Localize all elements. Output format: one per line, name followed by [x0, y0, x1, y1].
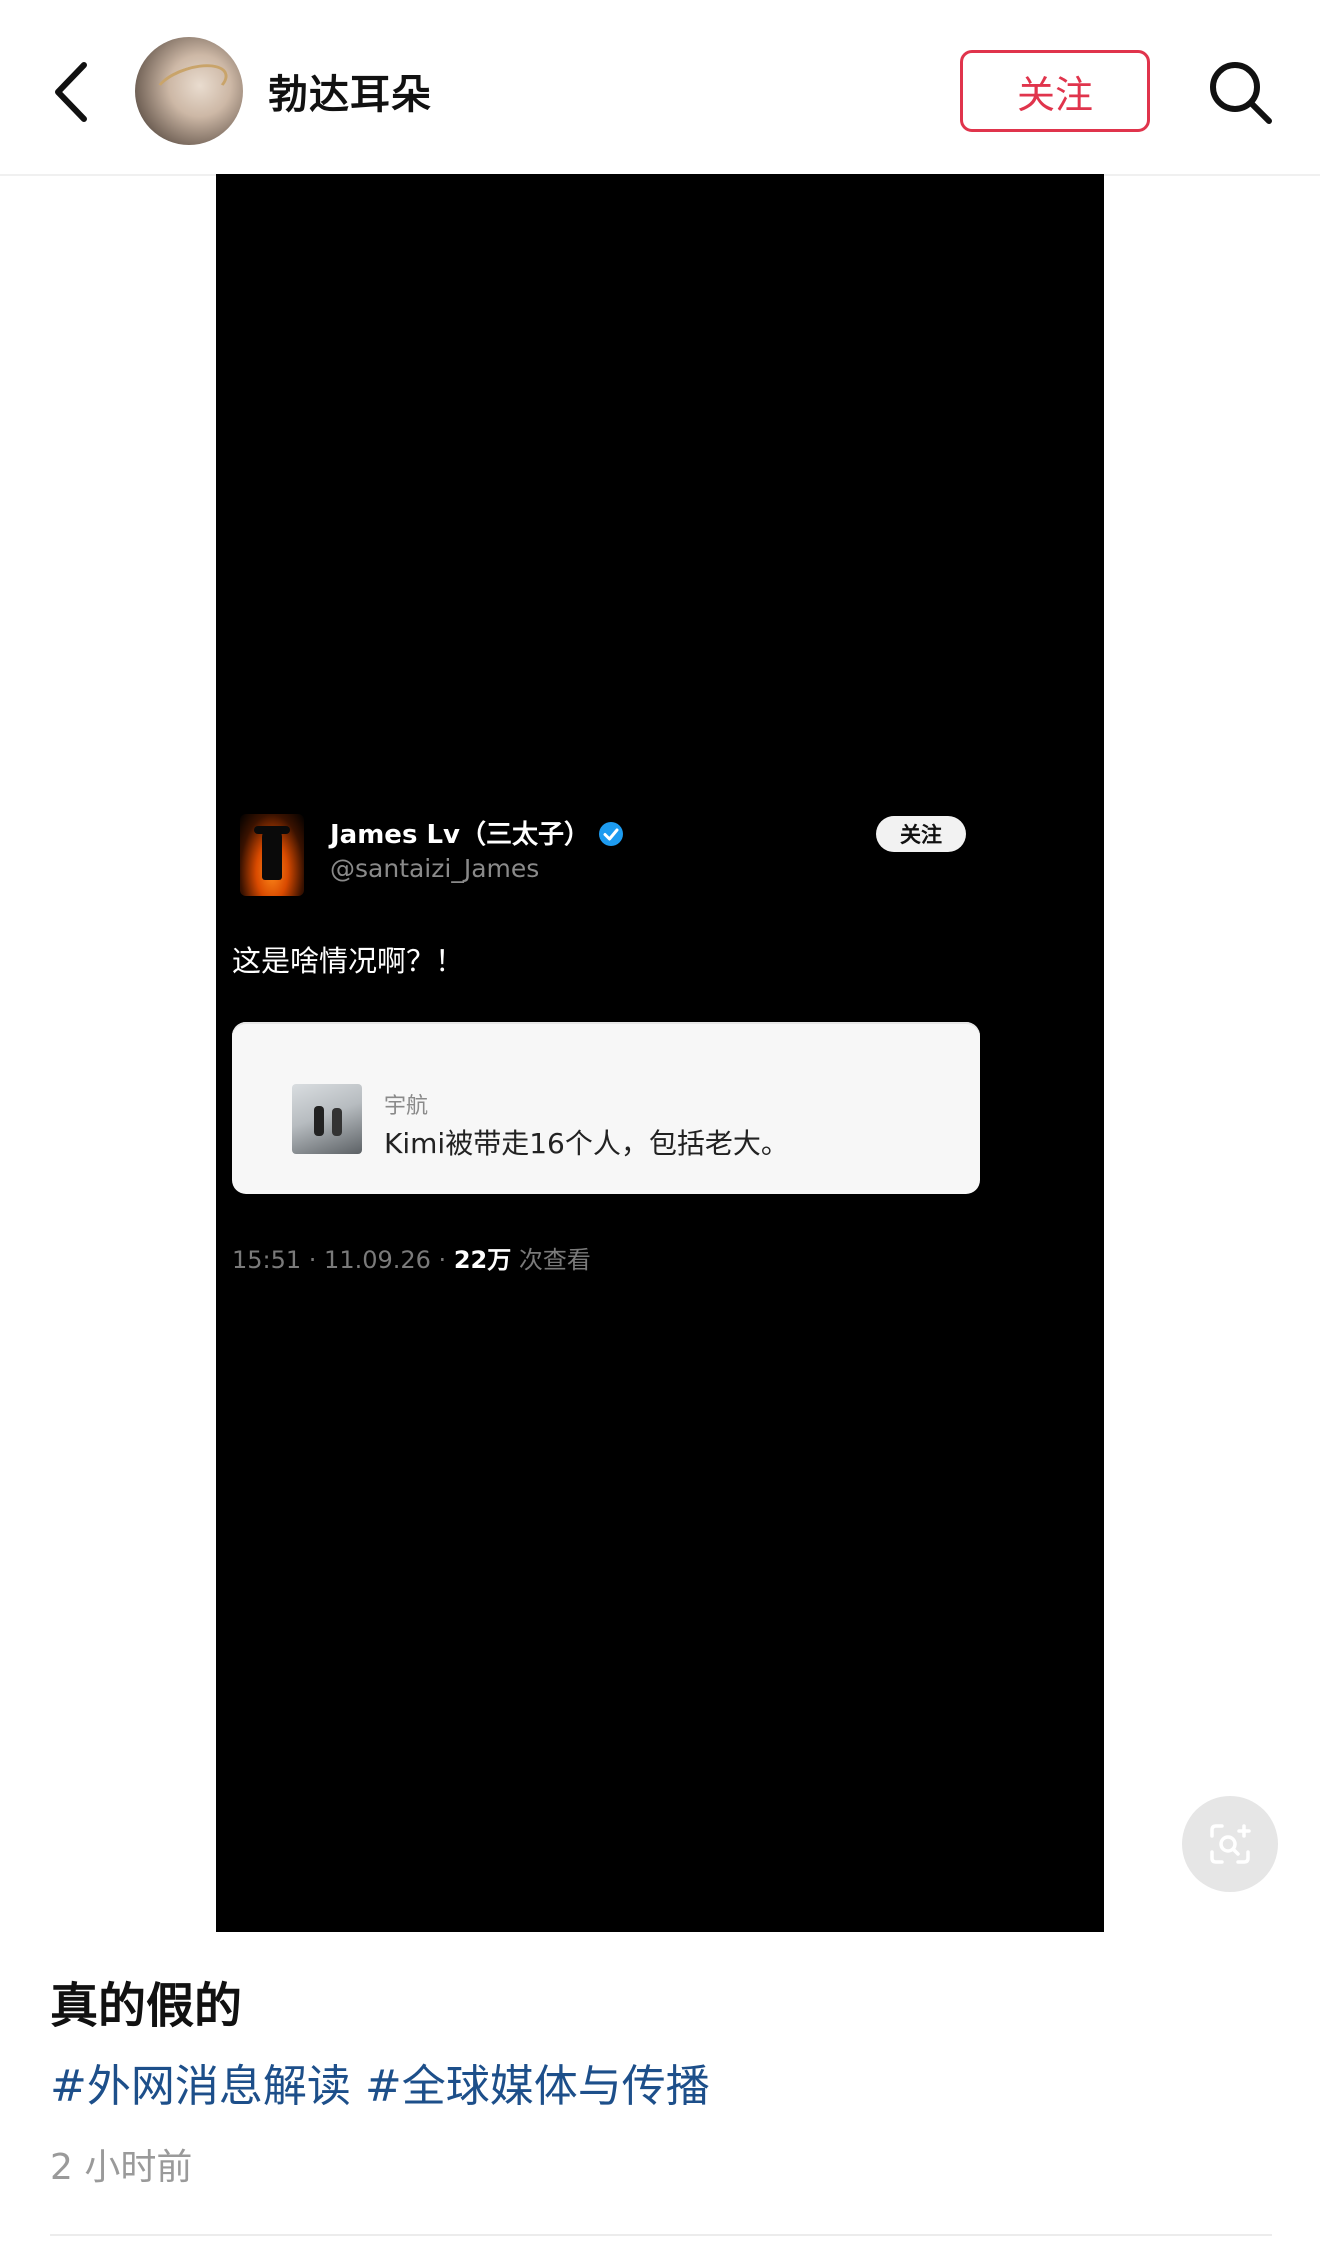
tweet-timestamp: 15:51 · 11.09.26 · [232, 1246, 454, 1274]
tweet-avatar [240, 814, 304, 896]
hashtag-link[interactable]: #外网消息解读 [50, 2061, 351, 2112]
tweet-follow-button: 关注 [876, 816, 966, 852]
top-bar: 勃达耳朵 关注 [0, 0, 1320, 176]
tweet-handle: @santaizi_James [330, 854, 540, 883]
tweet-views-count: 22万 [453, 1246, 512, 1274]
search-icon [1210, 62, 1272, 124]
post-title: 真的假的 [50, 1978, 243, 2034]
hashtag-link[interactable]: #全球媒体与传播 [365, 2061, 710, 2112]
verified-badge-icon [599, 822, 623, 846]
quoted-tweet-author: 宇航 [384, 1094, 429, 1119]
chevron-left-icon [55, 62, 87, 122]
video-player[interactable]: James Lv（三太子） @santaizi_James 关注 这是啥情况啊？… [216, 174, 1104, 1932]
post-time: 2 小时前 [50, 2147, 193, 2188]
tweet-display-name: James Lv（三太子） [330, 814, 624, 851]
author-name[interactable]: 勃达耳朵 [268, 62, 432, 120]
tweet-meta: 15:51 · 11.09.26 · 22万 次查看 [232, 1240, 591, 1275]
hashtag-list: #外网消息解读 #全球媒体与传播 [50, 2050, 724, 2114]
quoted-tweet-text: Kimi被带走16个人，包括老大。 [384, 1127, 789, 1160]
tweet-views-suffix: 次查看 [511, 1246, 591, 1274]
author-avatar[interactable] [135, 37, 243, 145]
image-search-button[interactable] [1182, 1796, 1278, 1892]
quoted-tweet-thumbnail [292, 1084, 362, 1154]
quoted-tweet-card: 宇航 Kimi被带走16个人，包括老大。 [232, 1022, 980, 1194]
back-button[interactable] [40, 52, 100, 132]
follow-button[interactable]: 关注 [960, 50, 1150, 132]
tweet-text: 这是啥情况啊？！ [232, 944, 465, 978]
tweet-display-name-text: James Lv（三太子） [330, 820, 590, 850]
search-button[interactable] [1200, 52, 1280, 132]
camera-scan-icon [1210, 1824, 1251, 1864]
divider [50, 2234, 1272, 2236]
